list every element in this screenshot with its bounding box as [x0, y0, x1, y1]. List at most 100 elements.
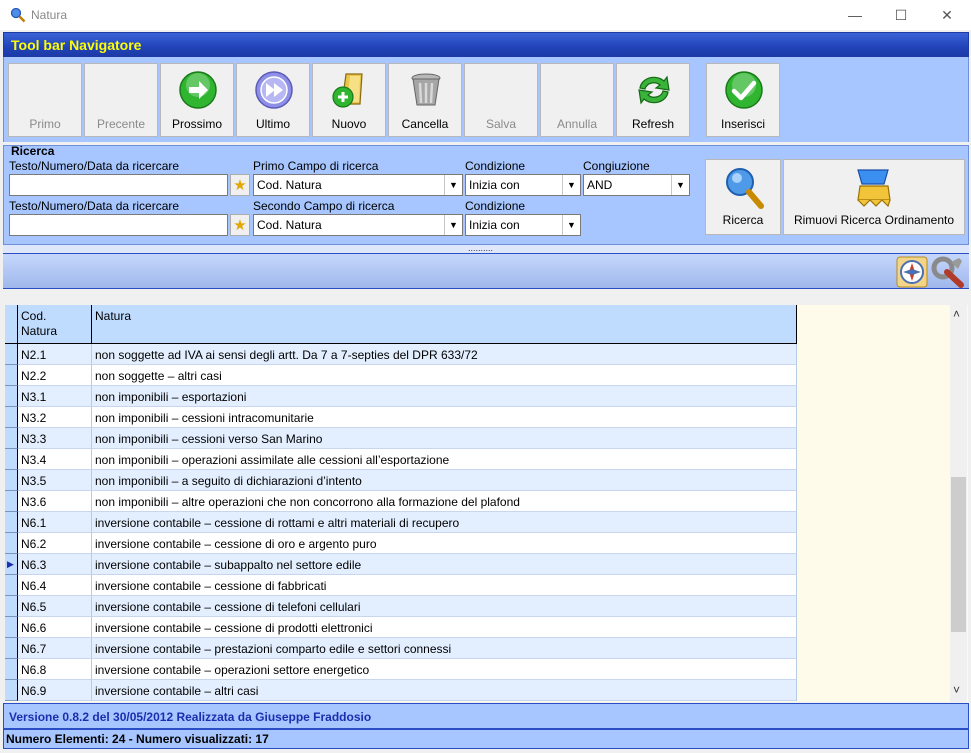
row-selector[interactable]	[5, 449, 18, 470]
cell-cod-natura[interactable]: N6.7	[18, 638, 92, 659]
table-row[interactable]: N6.8 inversione contabile – operazioni se…	[5, 659, 797, 680]
cell-natura[interactable]: inversione contabile – altri casi	[92, 680, 797, 701]
congiuzione-select[interactable]: AND ▼	[583, 174, 690, 196]
favorite-star-icon[interactable]: ★	[230, 214, 250, 236]
inserisci-button[interactable]: Inserisci	[706, 63, 780, 137]
cell-natura[interactable]: inversione contabile – cessione di telef…	[92, 596, 797, 617]
condizione1-select[interactable]: Inizia con ▼	[465, 174, 581, 196]
prossimo-button[interactable]: Prossimo	[160, 63, 234, 137]
table-row[interactable]: N6.7 inversione contabile – prestazioni c…	[5, 638, 797, 659]
cell-cod-natura[interactable]: N6.8	[18, 659, 92, 680]
row-selector[interactable]	[5, 407, 18, 428]
cell-natura[interactable]: inversione contabile – cessione di oro e…	[92, 533, 797, 554]
chevron-down-icon[interactable]: ▼	[671, 175, 689, 195]
row-selector[interactable]	[5, 470, 18, 491]
chevron-down-icon[interactable]: ▼	[562, 215, 580, 235]
cell-cod-natura[interactable]: N3.1	[18, 386, 92, 407]
row-selector[interactable]	[5, 596, 18, 617]
row-selector[interactable]	[5, 344, 18, 365]
row-selector[interactable]: ▶	[5, 554, 18, 575]
cell-cod-natura[interactable]: N6.2	[18, 533, 92, 554]
table-row[interactable]: N3.1 non imponibili – esportazioni	[5, 386, 797, 407]
row-selector[interactable]	[5, 680, 18, 701]
ultimo-button[interactable]: Ultimo	[236, 63, 310, 137]
table-row[interactable]: N6.1 inversione contabile – cessione di r…	[5, 512, 797, 533]
cell-natura[interactable]: non imponibili – operazioni assimilate a…	[92, 449, 797, 470]
table-row[interactable]: N3.3 non imponibili – cessioni verso San …	[5, 428, 797, 449]
refresh-button[interactable]: Refresh	[616, 63, 690, 137]
wrench-settings-icon[interactable]	[931, 256, 965, 288]
cell-natura[interactable]: non soggette – altri casi	[92, 365, 797, 386]
cell-cod-natura[interactable]: N3.3	[18, 428, 92, 449]
row-selector[interactable]	[5, 512, 18, 533]
search-text1-input[interactable]	[9, 174, 228, 196]
row-selector[interactable]	[5, 365, 18, 386]
cell-cod-natura[interactable]: N3.2	[18, 407, 92, 428]
table-row[interactable]: N3.5 non imponibili – a seguito di dichia…	[5, 470, 797, 491]
cell-cod-natura[interactable]: N3.6	[18, 491, 92, 512]
cell-natura[interactable]: non imponibili – altre operazioni che no…	[92, 491, 797, 512]
cell-natura[interactable]: non imponibili – cessioni intracomunitar…	[92, 407, 797, 428]
table-row[interactable]: N2.2 non soggette – altri casi	[5, 365, 797, 386]
ricerca-button[interactable]: Ricerca	[705, 159, 781, 235]
table-row[interactable]: ▶ N6.3 inversione contabile – subappalto n…	[5, 554, 797, 575]
cell-cod-natura[interactable]: N6.6	[18, 617, 92, 638]
table-row[interactable]: N6.5 inversione contabile – cessione di t…	[5, 596, 797, 617]
cell-natura[interactable]: inversione contabile – operazioni settor…	[92, 659, 797, 680]
chevron-down-icon[interactable]: ▼	[444, 175, 462, 195]
favorite-star-icon[interactable]: ★	[230, 174, 250, 196]
cell-natura[interactable]: inversione contabile – cessione di fabbr…	[92, 575, 797, 596]
cell-cod-natura[interactable]: N6.5	[18, 596, 92, 617]
cell-natura[interactable]: non soggette ad IVA ai sensi degli artt.…	[92, 344, 797, 365]
table-row[interactable]: N3.4 non imponibili – operazioni assimila…	[5, 449, 797, 470]
cell-natura[interactable]: non imponibili – esportazioni	[92, 386, 797, 407]
cell-natura[interactable]: inversione contabile – cessione di rotta…	[92, 512, 797, 533]
table-row[interactable]: N6.2 inversione contabile – cessione di o…	[5, 533, 797, 554]
cell-cod-natura[interactable]: N6.9	[18, 680, 92, 701]
row-selector[interactable]	[5, 491, 18, 512]
table-row[interactable]: N6.6 inversione contabile – cessione di p…	[5, 617, 797, 638]
cell-cod-natura[interactable]: N2.1	[18, 344, 92, 365]
row-selector[interactable]	[5, 659, 18, 680]
table-row[interactable]: N2.1 non soggette ad IVA ai sensi degli a…	[5, 344, 797, 365]
scrollbar-thumb[interactable]	[951, 477, 966, 632]
cell-natura[interactable]: inversione contabile – prestazioni compa…	[92, 638, 797, 659]
row-selector[interactable]	[5, 617, 18, 638]
row-selector[interactable]	[5, 428, 18, 449]
rimuovi-ricerca-button[interactable]: Rimuovi Ricerca Ordinamento	[783, 159, 965, 235]
annulla-button[interactable]: Annulla	[540, 63, 614, 137]
cell-cod-natura[interactable]: N6.4	[18, 575, 92, 596]
minimize-button[interactable]: —	[832, 0, 878, 30]
data-grid[interactable]: Cod. Natura Natura N2.1 non soggette ad I…	[5, 305, 968, 702]
cell-cod-natura[interactable]: N3.5	[18, 470, 92, 491]
row-selector[interactable]	[5, 575, 18, 596]
secondo-campo-select[interactable]: Cod. Natura ▼	[253, 214, 463, 236]
cell-natura[interactable]: inversione contabile – subappalto nel se…	[92, 554, 797, 575]
condizione2-select[interactable]: Inizia con ▼	[465, 214, 581, 236]
table-row[interactable]: N6.4 inversione contabile – cessione di f…	[5, 575, 797, 596]
row-selector[interactable]	[5, 533, 18, 554]
nuovo-button[interactable]: Nuovo	[312, 63, 386, 137]
cell-natura[interactable]: non imponibili – cessioni verso San Mari…	[92, 428, 797, 449]
maximize-button[interactable]: ☐	[878, 0, 924, 30]
compass-icon[interactable]	[896, 256, 928, 288]
precente-button[interactable]: Precente	[84, 63, 158, 137]
cell-natura[interactable]: inversione contabile – cessione di prodo…	[92, 617, 797, 638]
row-selector[interactable]	[5, 638, 18, 659]
grid-vertical-scrollbar[interactable]: ˄ ˅	[950, 305, 967, 702]
primo-button[interactable]: Primo	[8, 63, 82, 137]
scroll-down-icon[interactable]: ˅	[953, 683, 960, 697]
search-text2-input[interactable]	[9, 214, 228, 236]
table-row[interactable]: N3.6 non imponibili – altre operazioni ch…	[5, 491, 797, 512]
cell-cod-natura[interactable]: N6.3	[18, 554, 92, 575]
chevron-down-icon[interactable]: ▼	[562, 175, 580, 195]
row-selector[interactable]	[5, 386, 18, 407]
scroll-up-icon[interactable]: ˄	[953, 307, 960, 321]
column-header-cod-natura[interactable]: Cod. Natura	[18, 305, 92, 344]
cancella-button[interactable]: Cancella	[388, 63, 462, 137]
chevron-down-icon[interactable]: ▼	[444, 215, 462, 235]
table-row[interactable]: N3.2 non imponibili – cessioni intracomun…	[5, 407, 797, 428]
cell-natura[interactable]: non imponibili – a seguito di dichiarazi…	[92, 470, 797, 491]
close-button[interactable]: ✕	[924, 0, 970, 30]
column-header-natura[interactable]: Natura	[92, 305, 797, 344]
